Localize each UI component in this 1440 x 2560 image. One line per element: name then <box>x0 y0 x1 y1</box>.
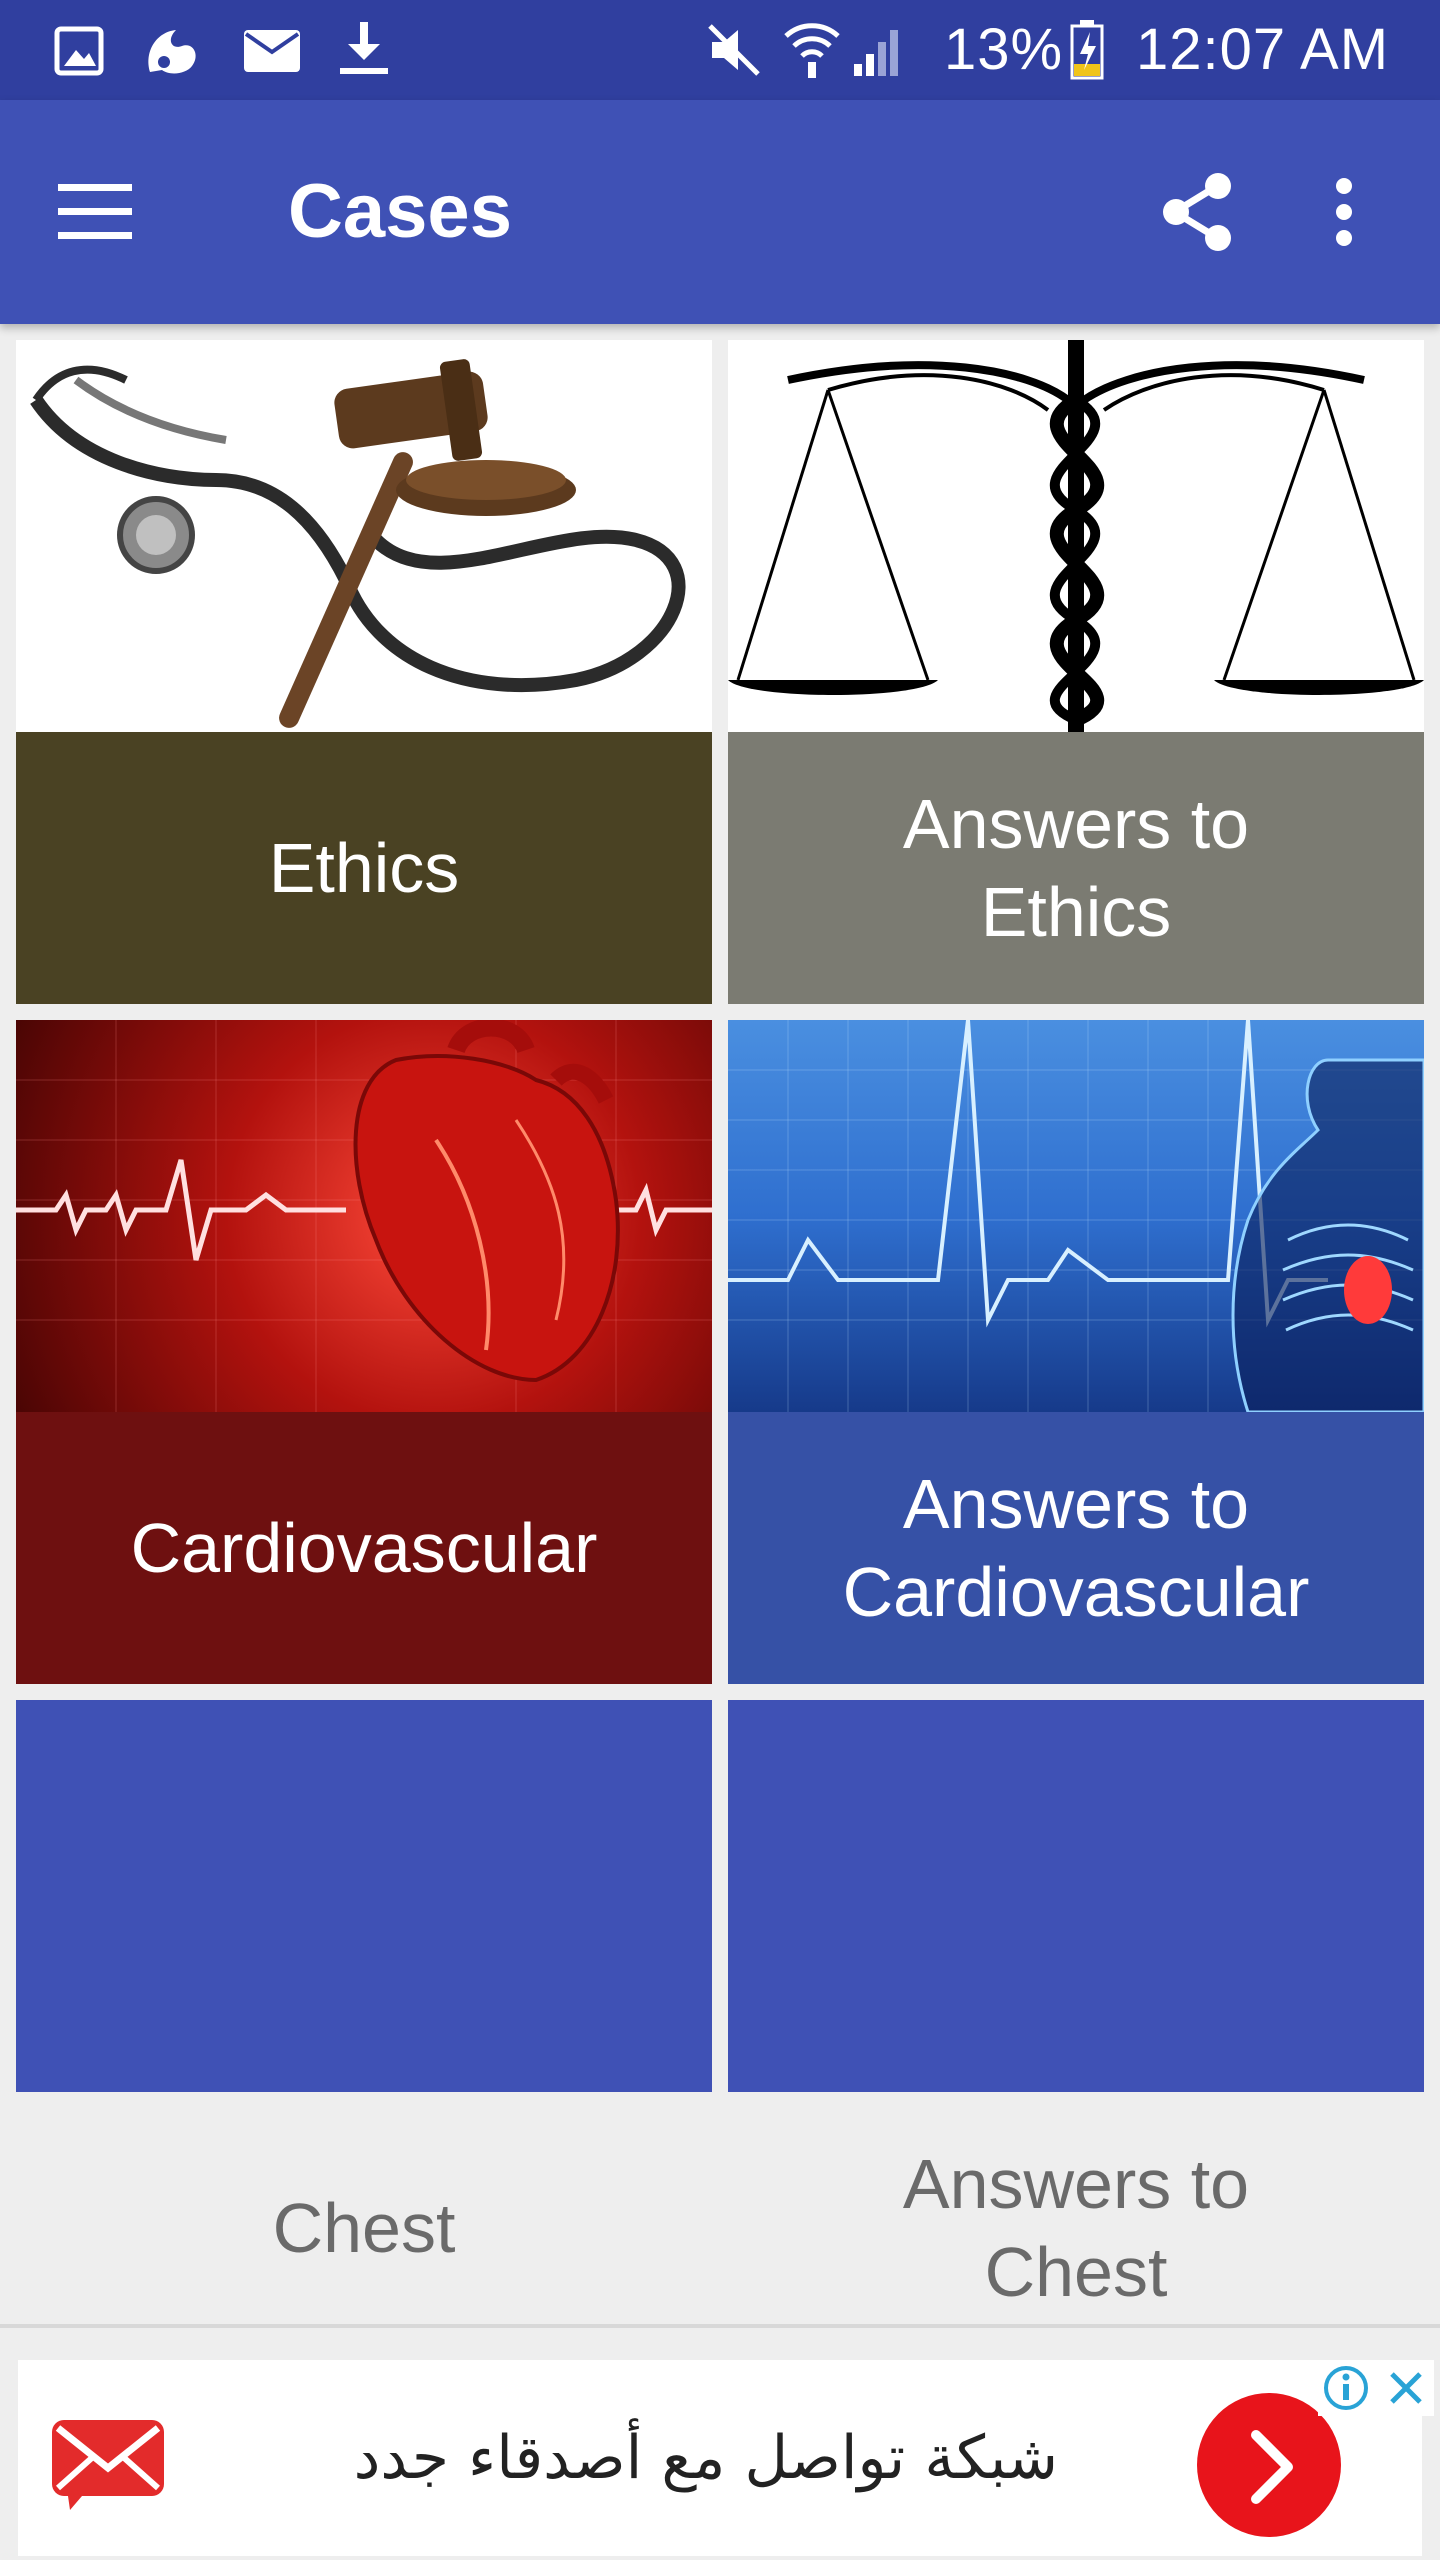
ethics-image <box>16 340 712 732</box>
ad-text[interactable]: شبكة تواصل مع أصدقاء جدد <box>238 2418 1058 2498</box>
tile-label: Chest <box>272 2189 456 2267</box>
ad-close-icon[interactable] <box>1378 2360 1434 2416</box>
tile-caption: Ethics <box>16 732 712 1004</box>
answers-chest-image-placeholder <box>728 1700 1424 2092</box>
page-title: Cases <box>288 169 512 254</box>
gallery-icon <box>54 26 104 76</box>
tile-label: Answers to Chest <box>902 2145 1250 2311</box>
clock: 12:07 AM <box>1136 17 1390 82</box>
mail-icon <box>244 30 300 72</box>
tile-cardiovascular[interactable]: Cardiovascular <box>16 1020 712 1684</box>
battery-charging-icon <box>1070 20 1104 80</box>
tile-caption: Cardiovascular <box>16 1412 712 1684</box>
tile-answers-chest[interactable]: Answers to Chest <box>728 1700 1424 2364</box>
caduceus-scale-image <box>728 340 1424 732</box>
tile-caption: Answers to Ethics <box>728 732 1424 1004</box>
download-icon <box>340 22 388 74</box>
ad-banner: شبكة تواصل مع أصدقاء جدد <box>0 2356 1440 2560</box>
divider <box>0 2324 1440 2328</box>
app-bar: Cases <box>0 100 1440 324</box>
status-bar: 13% 12:07 AM <box>0 0 1440 100</box>
tile-label: Answers to Ethics <box>902 785 1250 951</box>
uc-browser-icon <box>148 30 196 74</box>
chest-image-placeholder <box>16 1700 712 2092</box>
ecg-xray-image <box>728 1020 1424 1412</box>
tile-label: Answers to Cardiovascular <box>842 1465 1310 1631</box>
ad-content[interactable]: شبكة تواصل مع أصدقاء جدد <box>18 2360 1422 2556</box>
heart-image <box>16 1020 712 1412</box>
tile-answers-cardiovascular[interactable]: Answers to Cardiovascular <box>728 1020 1424 1684</box>
tile-ethics[interactable]: Ethics <box>16 340 712 1004</box>
tile-label: Cardiovascular <box>130 1509 598 1587</box>
battery-percent: 13% <box>944 17 1064 82</box>
tile-label: Ethics <box>268 829 460 907</box>
wifi-icon <box>784 23 840 78</box>
more-vert-icon[interactable] <box>1322 176 1366 248</box>
mute-icon <box>708 24 760 76</box>
share-icon[interactable] <box>1158 172 1238 252</box>
signal-icon <box>854 30 898 76</box>
envelope-icon <box>52 2420 164 2510</box>
ad-info-icon[interactable] <box>1318 2360 1374 2416</box>
tile-caption: Answers to Cardiovascular <box>728 1412 1424 1684</box>
hamburger-menu-icon[interactable] <box>56 182 136 242</box>
tile-answers-ethics[interactable]: Answers to Ethics <box>728 340 1424 1004</box>
cases-grid: Ethics Answers to Ethics Cardiovascular … <box>0 324 1440 2364</box>
tile-chest[interactable]: Chest <box>16 1700 712 2364</box>
